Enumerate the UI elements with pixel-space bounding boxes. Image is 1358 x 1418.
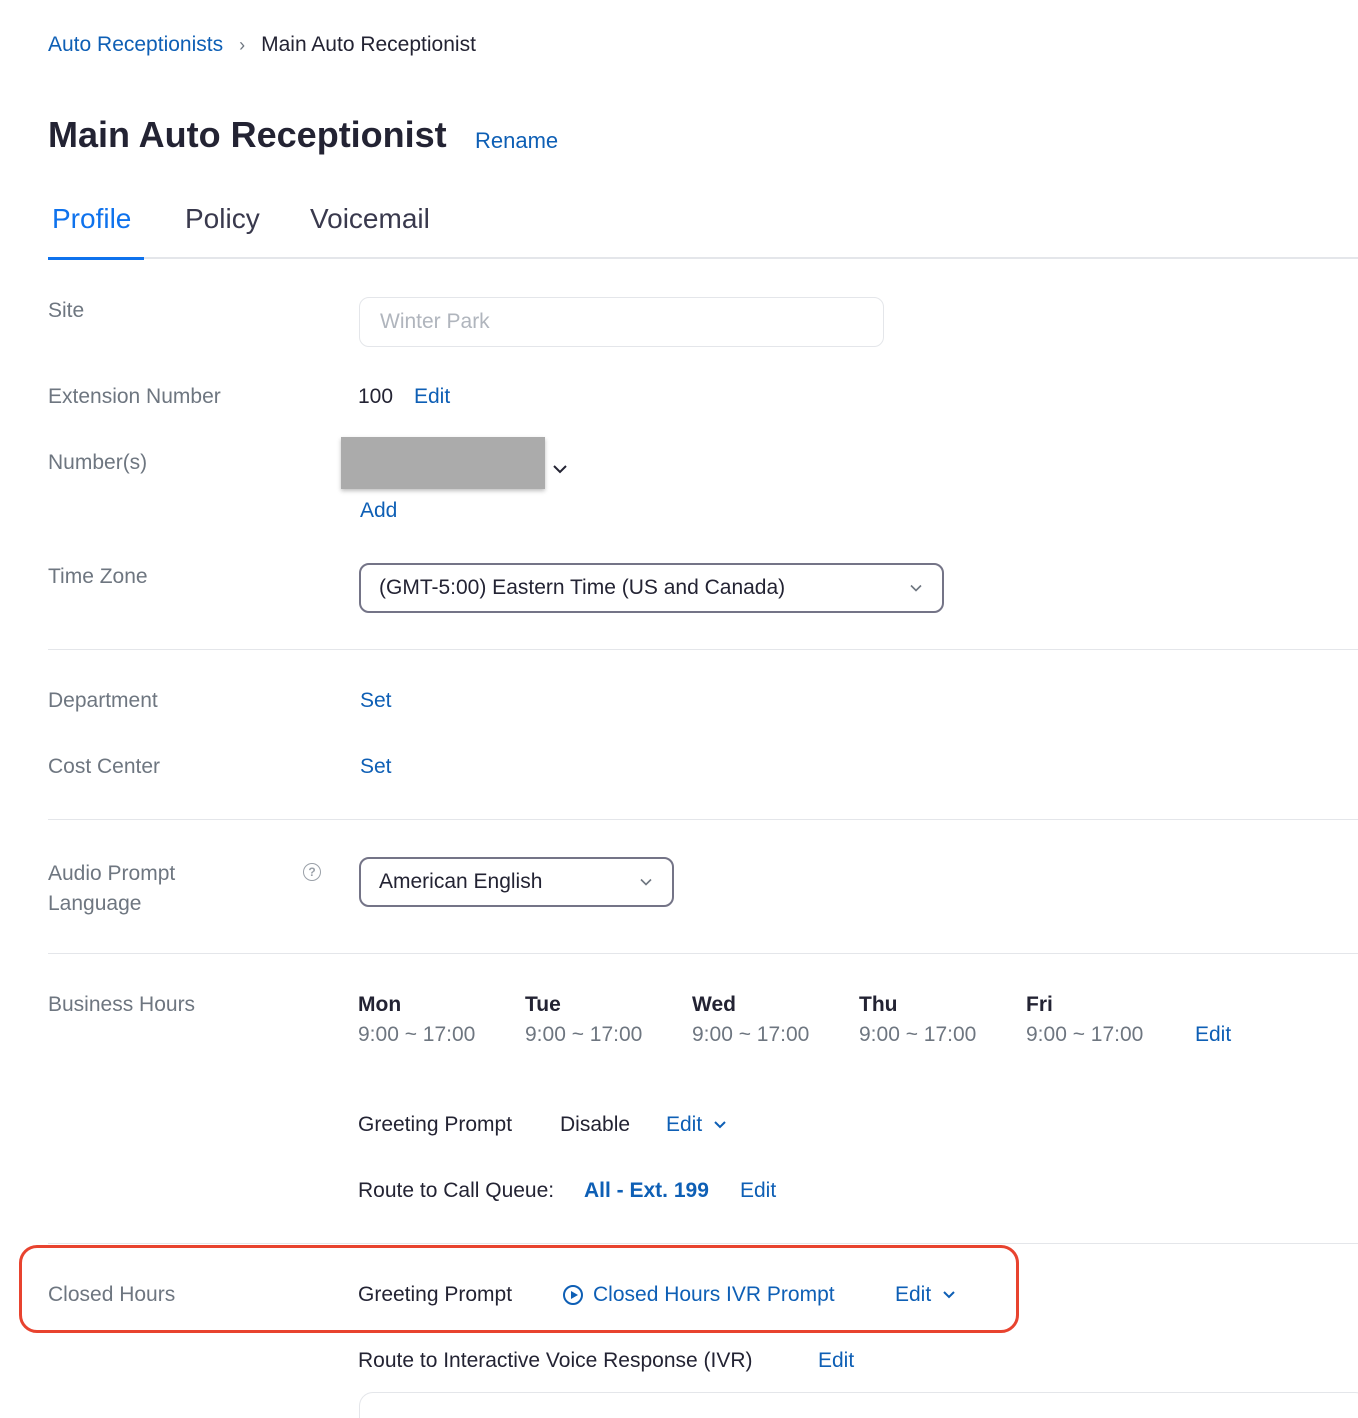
closed-hours-label: Closed Hours bbox=[48, 1283, 176, 1306]
rename-link[interactable]: Rename bbox=[475, 128, 558, 154]
help-circle-icon[interactable]: ? bbox=[303, 863, 321, 881]
extension-label: Extension Number bbox=[48, 385, 221, 408]
time-zone-label: Time Zone bbox=[48, 565, 148, 588]
breadcrumb-auto-receptionists-link[interactable]: Auto Receptionists bbox=[48, 33, 223, 57]
business-day-mon: Mon 9:00 ~ 17:00 bbox=[358, 993, 476, 1046]
audio-prompt-language-select[interactable]: American English bbox=[359, 857, 674, 907]
extension-value: 100 bbox=[358, 385, 394, 408]
chevron-down-icon bbox=[910, 584, 922, 592]
call-queue-link[interactable]: All - Ext. 199 bbox=[584, 1179, 709, 1203]
add-number-link[interactable]: Add bbox=[360, 499, 397, 523]
section-divider bbox=[48, 649, 1358, 650]
business-hours-label: Business Hours bbox=[48, 993, 196, 1016]
tab-policy[interactable]: Policy bbox=[185, 203, 260, 235]
time-zone-select[interactable]: (GMT-5:00) Eastern Time (US and Canada) bbox=[359, 563, 944, 613]
numbers-label: Number(s) bbox=[48, 451, 148, 474]
closed-greeting-edit-dropdown[interactable]: Edit bbox=[895, 1283, 957, 1307]
audio-prompt-language-value: American English bbox=[379, 870, 543, 893]
ivr-panel bbox=[359, 1392, 1358, 1418]
chevron-down-icon bbox=[714, 1121, 726, 1129]
closed-route-edit-link[interactable]: Edit bbox=[818, 1349, 854, 1373]
redacted-phone-number bbox=[341, 437, 545, 489]
chevron-down-icon bbox=[640, 878, 652, 886]
site-label: Site bbox=[48, 299, 85, 322]
time-zone-value: (GMT-5:00) Eastern Time (US and Canada) bbox=[379, 576, 786, 599]
play-circle-icon bbox=[563, 1285, 583, 1306]
business-route-edit-link[interactable]: Edit bbox=[740, 1179, 776, 1203]
business-day-tue: Tue 9:00 ~ 17:00 bbox=[525, 993, 643, 1046]
department-label: Department bbox=[48, 689, 158, 712]
breadcrumb: Auto Receptionists › Main Auto Reception… bbox=[48, 33, 476, 57]
tabs-divider bbox=[48, 257, 1358, 259]
closed-greeting-label: Greeting Prompt bbox=[358, 1283, 513, 1306]
department-set-link[interactable]: Set bbox=[360, 689, 392, 713]
extension-edit-link[interactable]: Edit bbox=[414, 385, 450, 409]
chevron-right-icon: › bbox=[239, 34, 246, 55]
closed-route-label: Route to Interactive Voice Response (IVR… bbox=[358, 1349, 753, 1372]
business-day-wed: Wed 9:00 ~ 17:00 bbox=[692, 993, 810, 1046]
section-divider bbox=[48, 1243, 1358, 1244]
section-divider bbox=[48, 819, 1358, 820]
business-day-fri: Fri 9:00 ~ 17:00 bbox=[1026, 993, 1144, 1046]
section-divider bbox=[48, 953, 1358, 954]
business-greeting-edit-dropdown[interactable]: Edit bbox=[666, 1113, 728, 1137]
chevron-down-icon bbox=[943, 1291, 955, 1299]
tab-profile[interactable]: Profile bbox=[52, 203, 131, 235]
business-hours-edit-link[interactable]: Edit bbox=[1195, 1023, 1231, 1047]
business-greeting-value: Disable bbox=[560, 1113, 631, 1136]
breadcrumb-current: Main Auto Receptionist bbox=[261, 33, 476, 56]
page-title: Main Auto Receptionist bbox=[48, 114, 447, 155]
business-greeting-label: Greeting Prompt bbox=[358, 1113, 513, 1136]
closed-hours-ivr-prompt-link[interactable]: Closed Hours IVR Prompt bbox=[563, 1283, 835, 1307]
cost-center-set-link[interactable]: Set bbox=[360, 755, 392, 779]
tab-active-indicator bbox=[48, 257, 144, 260]
cost-center-label: Cost Center bbox=[48, 755, 161, 778]
audio-prompt-language-label: Audio Prompt Language bbox=[48, 862, 176, 915]
business-route-label: Route to Call Queue: bbox=[358, 1179, 555, 1202]
site-field: Winter Park bbox=[359, 297, 884, 347]
chevron-down-icon[interactable] bbox=[551, 460, 569, 478]
tab-voicemail[interactable]: Voicemail bbox=[310, 203, 430, 235]
business-day-thu: Thu 9:00 ~ 17:00 bbox=[859, 993, 977, 1046]
